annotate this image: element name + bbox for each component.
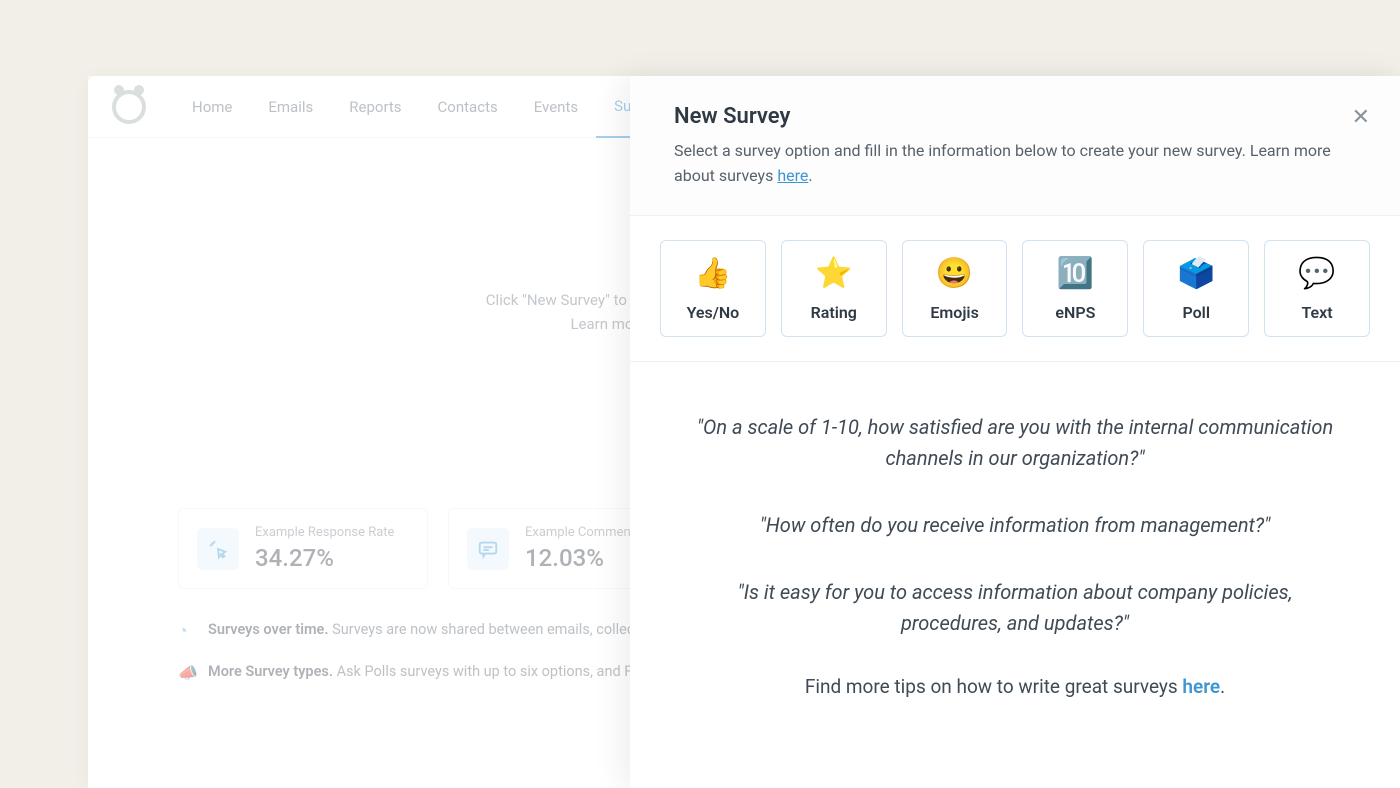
learn-more-link[interactable]: here — [777, 166, 808, 185]
comment-icon — [467, 528, 509, 570]
megaphone-icon: 📣 — [178, 661, 196, 679]
tip-title: More Survey types. — [208, 663, 333, 680]
nav-reports[interactable]: Reports — [331, 76, 419, 138]
stat-value: 34.27% — [255, 544, 394, 572]
type-label: Emojis — [907, 303, 1003, 322]
new-survey-panel: ✕ New Survey Select a survey option and … — [630, 76, 1400, 788]
type-label: eNPS — [1027, 303, 1123, 322]
type-label: Text — [1269, 303, 1365, 322]
survey-type-text[interactable]: 💬 Text — [1264, 240, 1370, 337]
nav-home[interactable]: Home — [174, 76, 250, 138]
example-question: "On a scale of 1-10, how satisfied are y… — [690, 412, 1340, 474]
tips-link[interactable]: here — [1182, 675, 1220, 698]
star-icon: ⭐ — [786, 259, 882, 289]
survey-type-enps[interactable]: 🔟 eNPS — [1022, 240, 1128, 337]
stat-card-response: Example Response Rate 34.27% — [178, 508, 428, 589]
logo-icon — [112, 90, 146, 124]
tips-line-text: Find more tips on how to write great sur… — [805, 675, 1183, 698]
panel-header: ✕ New Survey Select a survey option and … — [630, 76, 1400, 216]
type-label: Poll — [1148, 303, 1244, 322]
type-label: Yes/No — [665, 303, 761, 322]
thumbs-up-icon: 👍 — [665, 259, 761, 289]
ballot-icon: 🗳️ — [1148, 259, 1244, 289]
stat-label: Example Response Rate — [255, 525, 394, 540]
example-question: "Is it easy for you to access informatio… — [690, 577, 1340, 639]
panel-subtitle-text: Select a survey option and fill in the i… — [674, 141, 1331, 185]
nav-contacts[interactable]: Contacts — [420, 76, 516, 138]
survey-type-poll[interactable]: 🗳️ Poll — [1143, 240, 1249, 337]
type-label: Rating — [786, 303, 882, 322]
example-questions: "On a scale of 1-10, how satisfied are y… — [630, 362, 1400, 728]
panel-title: New Survey — [674, 104, 1356, 129]
panel-subtitle: Select a survey option and fill in the i… — [674, 139, 1356, 189]
tips-line: Find more tips on how to write great sur… — [690, 675, 1340, 698]
close-button[interactable]: ✕ — [1352, 104, 1370, 130]
speech-icon: 💬 — [1269, 259, 1365, 289]
cursor-click-icon — [197, 528, 239, 570]
close-icon: ✕ — [1352, 104, 1370, 129]
tip-title: Surveys over time. — [208, 621, 328, 638]
survey-type-emojis[interactable]: 😀 Emojis — [902, 240, 1008, 337]
example-question: "How often do you receive information fr… — [690, 510, 1340, 541]
survey-type-row: 👍 Yes/No ⭐ Rating 😀 Emojis 🔟 eNPS 🗳️ Pol… — [630, 216, 1400, 362]
survey-type-yesno[interactable]: 👍 Yes/No — [660, 240, 766, 337]
ten-icon: 🔟 — [1027, 259, 1123, 289]
nav-emails[interactable]: Emails — [250, 76, 331, 138]
chart-icon: ◔ — [178, 619, 196, 637]
survey-type-rating[interactable]: ⭐ Rating — [781, 240, 887, 337]
nav-events[interactable]: Events — [516, 76, 596, 138]
smile-icon: 😀 — [907, 259, 1003, 289]
